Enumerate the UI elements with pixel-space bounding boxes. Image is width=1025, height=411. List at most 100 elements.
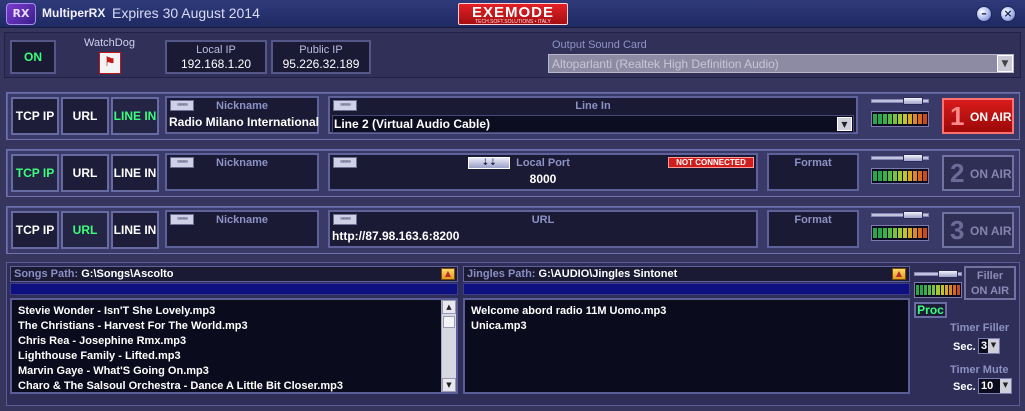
timer-filler-value: 3 — [981, 340, 988, 352]
filler-onair-label: ON AIR — [970, 285, 1010, 297]
nickname-label: Nickname — [216, 157, 268, 169]
vu-segment — [932, 285, 936, 295]
folder-icon[interactable]: ▲ — [441, 268, 455, 280]
url-button[interactable]: URL — [61, 154, 109, 192]
vu-segment — [883, 228, 887, 238]
vu-meter — [871, 168, 929, 184]
local-port-value[interactable]: 8000 — [330, 172, 756, 186]
jingles-list[interactable]: Welcome abord radio 11M Uomo.mp3 Unica.mp… — [463, 298, 910, 394]
source-label: URL — [531, 214, 555, 226]
nickname-label: Nickname — [216, 100, 268, 112]
watchdog-icon[interactable]: ⚑ — [99, 52, 121, 74]
filler-vu-meter — [914, 282, 962, 298]
local-ip-box: Local IP 192.168.1.20 — [165, 40, 267, 74]
timer-mute-sec-label: Sec. — [953, 381, 976, 393]
source-field[interactable]: ⌨⌨⌨ URL http://87.98.163.6:8200 — [328, 210, 758, 248]
url-value[interactable]: http://87.98.163.6:8200 — [332, 229, 459, 243]
scroll-up-icon[interactable]: ▲ — [442, 300, 456, 314]
list-item[interactable]: Lighthouse Family - Lifted.mp3 — [18, 349, 456, 364]
vu-segment — [913, 171, 917, 181]
source-field[interactable]: ⌨⌨⌨ Line In Line 2 (Virtual Audio Cable) ▼ — [328, 96, 858, 134]
output-sound-card-select[interactable]: Altoparlanti (Realtek High Definition Au… — [548, 54, 1014, 73]
list-item[interactable]: Stevie Wonder - Isn'T She Lovely.mp3 — [18, 304, 456, 319]
onair-button[interactable]: 3 ON AIR — [942, 212, 1014, 248]
app-logo: RX — [6, 3, 36, 25]
chevron-down-icon[interactable]: ▼ — [997, 55, 1013, 72]
chevron-down-icon[interactable]: ▼ — [1000, 379, 1011, 393]
minimize-button[interactable]: – — [976, 6, 992, 22]
line-in-select[interactable]: Line 2 (Virtual Audio Cable) ▼ — [332, 115, 854, 133]
list-item[interactable]: Unica.mp3 — [471, 319, 908, 334]
vu-segment — [893, 228, 897, 238]
vu-segment — [883, 171, 887, 181]
list-item[interactable]: Marvin Gaye - What'S Going On.mp3 — [18, 364, 456, 379]
tcp-ip-button[interactable]: TCP IP — [11, 154, 59, 192]
list-item[interactable]: Welcome abord radio 11M Uomo.mp3 — [471, 304, 908, 319]
local-ip-label: Local IP — [196, 44, 236, 56]
vu-segment — [916, 285, 920, 295]
vu-segment — [944, 285, 948, 295]
close-button[interactable]: × — [1000, 6, 1016, 22]
nickname-field[interactable]: ⌨⌨⌨ Nickname — [165, 153, 319, 191]
volume-slider[interactable] — [903, 154, 923, 162]
format-field: Format — [767, 210, 859, 248]
tcp-ip-button[interactable]: TCP IP — [11, 97, 59, 135]
license-expiry: Expires 30 August 2014 — [112, 5, 260, 21]
onair-button[interactable]: 1 ON AIR — [942, 98, 1014, 134]
volume-slider[interactable] — [903, 211, 923, 219]
vu-segment — [936, 285, 940, 295]
jingles-path-bar: Jingles Path: G:\AUDIO\Jingles Sintonet — [463, 266, 910, 282]
brand-name: EXEMODE — [471, 4, 554, 21]
filler-label: Filler — [976, 270, 1004, 282]
filler-volume-slider[interactable] — [938, 270, 958, 278]
timer-filler-select[interactable]: 3 ▼ — [978, 338, 1000, 354]
list-item[interactable]: The Christians - Harvest For The World.m… — [18, 319, 456, 334]
line-in-button[interactable]: LINE IN — [111, 154, 159, 192]
vu-segment — [888, 228, 892, 238]
list-item[interactable]: Charo & The Salsoul Orchestra - Dance A … — [18, 379, 456, 394]
timer-filler-label: Timer Filler — [950, 322, 1010, 334]
vu-segment — [918, 114, 922, 124]
chevron-down-icon[interactable]: ▼ — [837, 117, 852, 131]
nickname-field[interactable]: ⌨⌨⌨ Nickname Radio Milano International — [165, 96, 319, 134]
filler-onair-button[interactable]: Filler ON AIR — [964, 266, 1016, 300]
tcp-ip-button[interactable]: TCP IP — [11, 211, 59, 249]
onair-button[interactable]: 2 ON AIR — [942, 155, 1014, 191]
watchdog-label: WatchDog — [84, 37, 135, 49]
public-ip-value: 95.226.32.189 — [282, 57, 360, 71]
songs-scrollbar[interactable]: ▲ ▼ — [441, 300, 456, 392]
vu-segment — [888, 114, 892, 124]
vu-meter — [871, 225, 929, 241]
vu-segment — [873, 171, 877, 181]
timer-mute-select[interactable]: 10 ▼ — [978, 378, 1012, 394]
line-in-button[interactable]: LINE IN — [111, 97, 159, 135]
format-label: Format — [794, 214, 832, 226]
volume-slider[interactable] — [903, 97, 923, 105]
format-label: Format — [794, 157, 832, 169]
power-on-button[interactable]: ON — [10, 40, 56, 74]
chevron-down-icon[interactable]: ▼ — [988, 339, 999, 353]
nickname-field[interactable]: ⌨⌨⌨ Nickname — [165, 210, 319, 248]
vu-segment — [903, 228, 907, 238]
public-ip-box: Public IP 95.226.32.189 — [271, 40, 371, 74]
songs-list[interactable]: Stevie Wonder - Isn'T She Lovely.mp3 The … — [10, 298, 458, 394]
vu-segment — [873, 114, 877, 124]
scroll-down-icon[interactable]: ▼ — [442, 378, 456, 392]
line-in-button[interactable]: LINE IN — [111, 211, 159, 249]
vu-segment — [908, 228, 912, 238]
swap-arrows-icon[interactable]: ⇣⇣ — [468, 157, 510, 169]
source-field[interactable]: ⌨⌨⌨ Local Port ⇣⇣ NOT CONNECTED 8000 — [328, 153, 758, 191]
vu-segment — [918, 171, 922, 181]
jingles-path-label: Jingles Path: — [467, 268, 536, 280]
vu-segment — [898, 171, 902, 181]
url-button[interactable]: URL — [61, 211, 109, 249]
app-title: MultiperRX — [42, 6, 106, 20]
jingles-path-value: G:\AUDIO\Jingles Sintonet — [538, 268, 678, 280]
scroll-thumb[interactable] — [443, 316, 455, 328]
vu-segment — [873, 228, 877, 238]
songs-path-label: Songs Path: — [14, 268, 79, 280]
url-button[interactable]: URL — [61, 97, 109, 135]
proc-button[interactable]: Proc — [914, 302, 947, 318]
list-item[interactable]: Chris Rea - Josephine Rmx.mp3 — [18, 334, 456, 349]
folder-icon[interactable]: ▲ — [892, 268, 906, 280]
